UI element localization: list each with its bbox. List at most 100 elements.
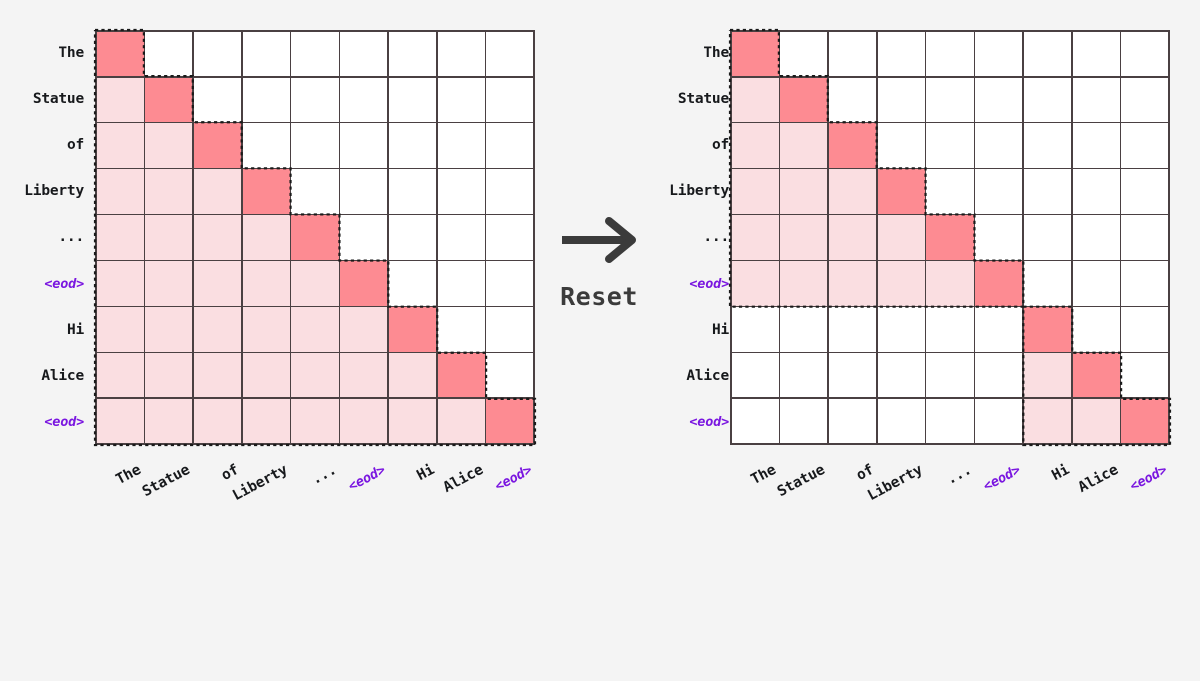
mask-cell-r0-c1 <box>145 31 193 76</box>
mask-cell-r1-c2 <box>829 77 877 122</box>
mask-cell-r2-c0 <box>731 123 779 168</box>
mask-cell-r0-c5 <box>340 31 388 76</box>
mask-cell-r5-c1 <box>145 261 193 306</box>
causal-mask-panel-right: The Statue of Liberty... <eod> Hi Alice <eod> T… <box>635 0 1200 523</box>
mask-cell-r7-c1 <box>780 353 828 398</box>
mask-cell-r5-c0 <box>731 261 779 306</box>
mask-cell-r7-c0 <box>96 353 144 398</box>
row-label-0: The <box>703 45 729 61</box>
mask-cell-r4-c8 <box>1121 215 1169 260</box>
mask-cell-r0-c7 <box>1072 31 1120 76</box>
mask-cell-r2-c5 <box>340 123 388 168</box>
mask-cell-r1-c6 <box>388 77 436 122</box>
mask-cell-r5-c4 <box>291 261 339 306</box>
mask-cell-r8-c2 <box>829 399 877 444</box>
mask-cell-r7-c6 <box>1023 353 1071 398</box>
mask-cell-r2-c2 <box>829 123 877 168</box>
mask-cell-r5-c5 <box>340 261 388 306</box>
mask-cell-r8-c1 <box>780 399 828 444</box>
mask-cell-r4-c1 <box>145 215 193 260</box>
column-label-axis-right: The Statue of Liberty... <eod> Hi Alice <eod> <box>730 447 1170 517</box>
mask-cell-r3-c7 <box>437 169 485 214</box>
mask-cell-r3-c1 <box>145 169 193 214</box>
mask-cell-r0-c5 <box>975 31 1023 76</box>
row-label-0: The <box>58 45 84 61</box>
mask-cell-r2-c6 <box>1023 123 1071 168</box>
mask-cell-r5-c8 <box>1121 261 1169 306</box>
mask-cell-r7-c8 <box>486 353 534 398</box>
mask-cell-r5-c5 <box>975 261 1023 306</box>
mask-cell-r8-c8 <box>1121 399 1169 444</box>
mask-cell-r3-c8 <box>1121 169 1169 214</box>
mask-cell-r4-c7 <box>437 215 485 260</box>
column-label-axis-left: The Statue of Liberty... <eod> Hi Alice <eod> <box>95 447 535 517</box>
row-label-6: Hi <box>711 321 729 338</box>
mask-cell-r8-c5 <box>975 399 1023 444</box>
mask-cell-r3-c3 <box>242 169 290 214</box>
mask-cell-r8-c0 <box>731 399 779 444</box>
mask-cell-r4-c2 <box>194 215 242 260</box>
mask-cell-r6-c4 <box>926 307 974 352</box>
mask-cell-r7-c1 <box>145 353 193 398</box>
row-label-5: <eod> <box>44 275 84 292</box>
mask-cell-r0-c0 <box>731 31 779 76</box>
mask-cell-r5-c6 <box>1023 261 1071 306</box>
mask-cell-r0-c2 <box>829 31 877 76</box>
mask-cell-r7-c3 <box>877 353 925 398</box>
mask-cell-r8-c7 <box>437 399 485 444</box>
mask-cell-r2-c5 <box>975 123 1023 168</box>
mask-cell-r0-c4 <box>291 31 339 76</box>
mask-cell-r0-c7 <box>437 31 485 76</box>
mask-cell-r6-c5 <box>340 307 388 352</box>
attention-grid-right <box>728 28 1172 447</box>
row-label-7: Alice <box>686 367 729 384</box>
mask-cell-r0-c8 <box>1121 31 1169 76</box>
row-label-4: ... <box>58 229 84 246</box>
row-label-axis-left: The Statue of Liberty... <eod> Hi Alice <eod> <box>0 30 84 445</box>
mask-cell-r7-c4 <box>926 353 974 398</box>
mask-cell-r5-c2 <box>194 261 242 306</box>
mask-cell-r6-c2 <box>194 307 242 352</box>
mask-cell-r5-c7 <box>437 261 485 306</box>
mask-cell-r4-c4 <box>291 215 339 260</box>
mask-cell-r3-c1 <box>780 169 828 214</box>
mask-cell-r5-c8 <box>486 261 534 306</box>
row-label-1: Statue <box>677 91 729 108</box>
mask-cell-r8-c4 <box>291 399 339 444</box>
mask-cell-r8-c5 <box>340 399 388 444</box>
mask-cell-r0-c3 <box>877 31 925 76</box>
mask-cell-r7-c2 <box>829 353 877 398</box>
mask-cell-r1-c3 <box>877 77 925 122</box>
mask-cell-r5-c0 <box>96 261 144 306</box>
mask-cell-r3-c8 <box>486 169 534 214</box>
mask-cell-r4-c6 <box>388 215 436 260</box>
mask-cell-r1-c7 <box>1072 77 1120 122</box>
mask-cell-r6-c3 <box>877 307 925 352</box>
mask-cell-r2-c0 <box>96 123 144 168</box>
row-label-2: of <box>711 137 729 154</box>
mask-cell-r5-c4 <box>926 261 974 306</box>
mask-cell-r1-c4 <box>291 77 339 122</box>
attention-grid-left <box>93 28 537 447</box>
mask-cell-r6-c1 <box>145 307 193 352</box>
mask-cell-r2-c2 <box>194 123 242 168</box>
mask-cell-r5-c7 <box>1072 261 1120 306</box>
mask-cell-r2-c4 <box>926 123 974 168</box>
mask-cell-r0-c6 <box>1023 31 1071 76</box>
mask-cell-r3-c3 <box>877 169 925 214</box>
mask-cell-r5-c3 <box>242 261 290 306</box>
mask-cell-r1-c1 <box>780 77 828 122</box>
mask-cell-r7-c0 <box>731 353 779 398</box>
mask-cell-r3-c5 <box>340 169 388 214</box>
mask-cell-r7-c4 <box>291 353 339 398</box>
mask-cell-r8-c1 <box>145 399 193 444</box>
mask-cell-r6-c8 <box>486 307 534 352</box>
mask-cell-r7-c7 <box>1072 353 1120 398</box>
mask-cell-r4-c6 <box>1023 215 1071 260</box>
mask-cell-r3-c4 <box>291 169 339 214</box>
mask-cell-r1-c6 <box>1023 77 1071 122</box>
mask-cell-r8-c6 <box>388 399 436 444</box>
mask-cell-r4-c4 <box>926 215 974 260</box>
mask-grid-cells-left <box>95 30 535 445</box>
mask-cell-r5-c6 <box>388 261 436 306</box>
